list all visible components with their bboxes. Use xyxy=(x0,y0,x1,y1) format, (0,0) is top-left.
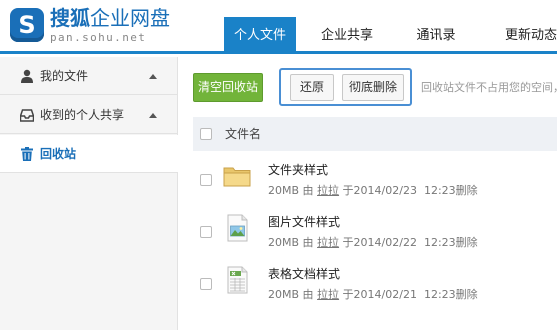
empty-recycle-bin-button[interactable]: 清空回收站 xyxy=(193,73,263,102)
file-meta: 20MB 由 拉拉 于2014/02/21 12:23删除 xyxy=(268,288,478,301)
file-name[interactable]: 文件夹样式 xyxy=(268,163,328,177)
main-content: 清空回收站 还原 彻底删除 回收站文件不占用您的空间， 文件名 文件夹样式 20… xyxy=(178,57,557,330)
trash-icon xyxy=(21,147,33,161)
table-row[interactable]: 图片文件样式 20MB 由 拉拉 于2014/02/22 12:23删除 xyxy=(193,206,557,258)
column-filename[interactable]: 文件名 xyxy=(225,117,261,151)
delete-permanently-button[interactable]: 彻底删除 xyxy=(342,74,404,101)
image-file-icon xyxy=(227,214,248,242)
tab-updates[interactable]: 更新动态 xyxy=(486,17,557,54)
file-name[interactable]: 图片文件样式 xyxy=(268,215,340,229)
logo[interactable]: S 搜狐企业网盘 pan.sohu.net xyxy=(10,6,180,50)
inbox-icon xyxy=(20,109,34,122)
header: S 搜狐企业网盘 pan.sohu.net 个人文件 企业共享 通讯录 更新动态 xyxy=(0,0,557,54)
tab-enterprise-share[interactable]: 企业共享 xyxy=(304,17,390,54)
file-meta: 20MB 由 拉拉 于2014/02/23 12:23删除 xyxy=(268,184,478,197)
sidebar-item-recycle-bin[interactable]: 回收站 xyxy=(0,135,178,173)
restore-button[interactable]: 还原 xyxy=(290,74,334,101)
row-checkbox[interactable] xyxy=(200,174,212,186)
list-header: 文件名 xyxy=(193,117,557,151)
tab-personal-files[interactable]: 个人文件 xyxy=(224,17,296,54)
action-button-group: 还原 彻底删除 xyxy=(279,68,412,106)
sidebar-item-label: 收到的个人共享 xyxy=(40,108,125,122)
sohu-logo-icon: S xyxy=(10,8,44,42)
sidebar-item-label: 回收站 xyxy=(40,147,77,161)
sidebar: 我的文件 收到的个人共享 回收站 xyxy=(0,57,178,330)
table-row[interactable]: 文件夹样式 20MB 由 拉拉 于2014/02/23 12:23删除 xyxy=(193,154,557,206)
logo-url: pan.sohu.net xyxy=(50,31,147,44)
file-name[interactable]: 表格文档样式 xyxy=(268,267,340,281)
logo-title: 搜狐企业网盘 xyxy=(50,6,170,30)
tab-contacts[interactable]: 通讯录 xyxy=(400,17,472,54)
chevron-up-icon[interactable] xyxy=(149,74,157,79)
select-all-checkbox[interactable] xyxy=(200,128,212,140)
sidebar-item-my-files[interactable]: 我的文件 xyxy=(0,57,178,95)
table-row[interactable]: 表格文档样式 20MB 由 拉拉 于2014/02/21 12:23删除 xyxy=(193,258,557,310)
recycle-bin-hint: 回收站文件不占用您的空间， xyxy=(421,81,557,94)
chevron-up-icon[interactable] xyxy=(149,113,157,118)
main-nav: 个人文件 企业共享 通讯录 更新动态 xyxy=(224,17,557,54)
user-icon xyxy=(21,69,33,83)
row-checkbox[interactable] xyxy=(200,226,212,238)
folder-icon xyxy=(223,167,251,187)
sidebar-item-received-shares[interactable]: 收到的个人共享 xyxy=(0,96,178,134)
row-checkbox[interactable] xyxy=(200,278,212,290)
spreadsheet-file-icon xyxy=(227,266,248,294)
file-meta: 20MB 由 拉拉 于2014/02/22 12:23删除 xyxy=(268,236,478,249)
sidebar-item-label: 我的文件 xyxy=(40,69,89,83)
